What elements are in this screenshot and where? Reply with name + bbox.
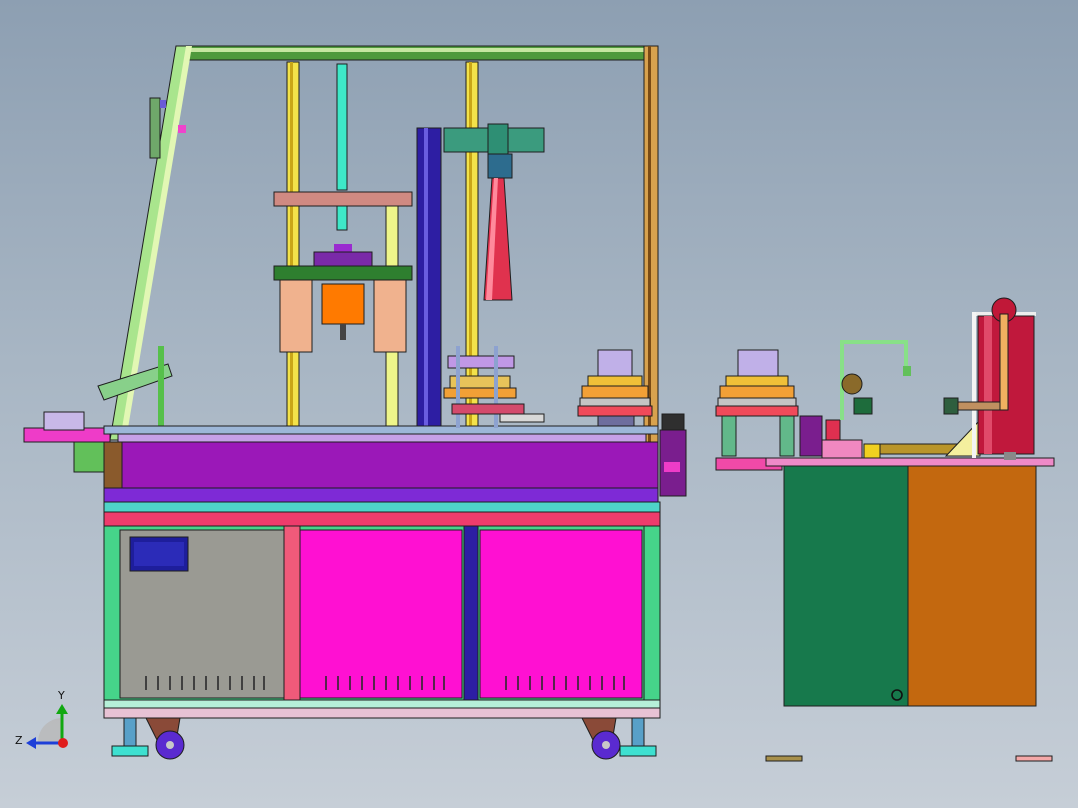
leveling-foot-left [111,745,149,757]
machine-assembly-drawing: Y Z [15,45,1055,762]
floor-marker-left [765,755,803,762]
station-a [443,346,545,428]
feed-cup [43,411,85,431]
leveling-foot-right [619,745,657,757]
station-c [715,349,799,471]
press-spring-housing-right [373,279,407,353]
press-motor [321,283,365,325]
navy-column [416,127,442,429]
filter-inlet [943,397,959,415]
work-table [103,425,661,527]
rail-sensor [160,100,166,108]
cabinet-panel-magenta-right[interactable] [479,529,643,699]
bed-rail [103,501,661,513]
y-axis-label: Y [57,689,65,702]
cabinet-panel-magenta-left[interactable] [299,529,463,699]
press-lower-plate [273,265,413,281]
cabinet-base-rail [103,699,661,709]
bed-beam-red [103,511,661,527]
valve-block [821,439,863,459]
rail-sensor-bracket [149,97,161,159]
purple-bed [103,441,659,491]
cabinet-door-orange[interactable] [907,465,1037,707]
station-b [577,349,653,427]
main-cabinet [103,525,661,719]
side-unit [765,297,1055,762]
rail-sensor-pink [178,125,186,133]
press-upper-plate [273,191,413,207]
press-spring-housing-left [279,279,313,353]
x-axis-marker [58,738,68,748]
feed-bracket [73,441,107,473]
z-axis-label: Z [15,734,23,747]
pressure-gauge [841,373,863,395]
floor-marker-right [1015,755,1053,762]
press-rod [336,63,348,191]
casters [111,717,657,760]
z-axis-arrowhead [26,737,36,749]
cabinet-door-green[interactable] [783,465,909,707]
top-frame [109,45,657,441]
axis-triad[interactable]: Y Z [15,689,68,749]
cad-viewport[interactable]: Y Z [0,0,1078,808]
y-axis-arrowhead [56,704,68,714]
